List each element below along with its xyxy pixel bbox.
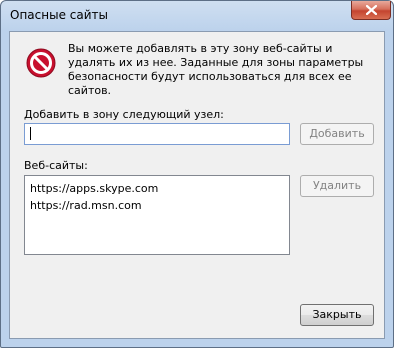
websites-list[interactable]: https://apps.skype.com https://rad.msn.c… xyxy=(24,175,290,255)
remove-button[interactable]: Удалить xyxy=(300,175,374,197)
list-item[interactable]: https://apps.skype.com xyxy=(30,180,284,197)
info-text: Вы можете добавлять в эту зону веб-сайты… xyxy=(68,42,364,97)
add-site-label: Добавить в зону следующий узел: xyxy=(24,108,224,121)
text-caret xyxy=(30,127,31,140)
list-item[interactable]: https://rad.msn.com xyxy=(30,197,284,214)
add-button[interactable]: Добавить xyxy=(300,123,374,145)
dialog-window: Опасные сайты Вы можете добавлять в эту … xyxy=(0,0,394,348)
no-entry-icon xyxy=(26,48,56,78)
close-window-button[interactable] xyxy=(351,1,391,20)
dialog-content: Вы можете добавлять в эту зону веб-сайты… xyxy=(9,31,385,339)
websites-label: Веб-сайты: xyxy=(24,159,88,172)
close-button[interactable]: Закрыть xyxy=(300,304,374,326)
window-title: Опасные сайты xyxy=(10,8,108,22)
title-bar[interactable]: Опасные сайты xyxy=(1,1,393,31)
close-icon xyxy=(366,5,377,15)
add-site-input[interactable] xyxy=(24,123,290,145)
